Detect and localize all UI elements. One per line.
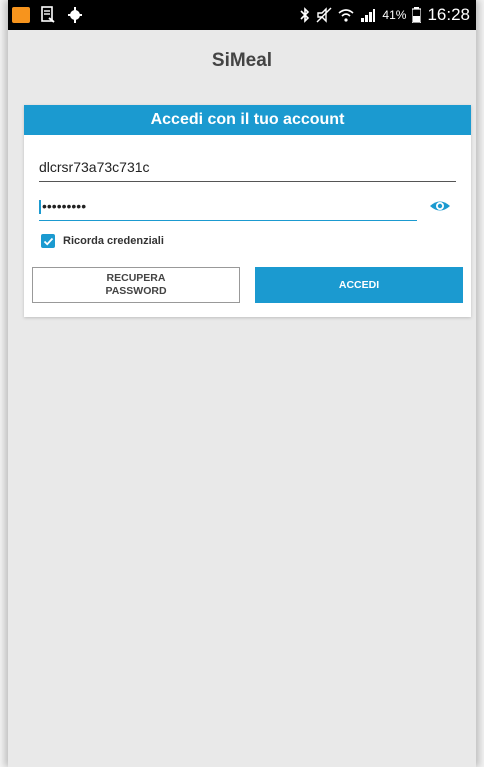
recover-password-label: RECUPERA PASSWORD (105, 272, 166, 298)
remember-credentials-checkbox[interactable]: Ricorda credenziali (41, 234, 164, 248)
app-notification-icon (12, 7, 30, 23)
battery-icon (412, 7, 422, 23)
android-debug-icon (68, 7, 82, 23)
recover-label-line2: PASSWORD (105, 285, 167, 297)
bluetooth-icon (300, 7, 310, 23)
username-value: dlcrsr73a73c731c (39, 159, 150, 175)
wifi-icon (338, 9, 354, 22)
login-button[interactable]: ACCEDI (255, 267, 463, 303)
login-card: Accedi con il tuo account dlcrsr73a73c73… (24, 105, 471, 317)
device-screen: 41% 16:28 SiMeal Accedi con il tuo accou… (8, 0, 476, 767)
app-title: SiMeal (211, 50, 273, 71)
login-card-header: Accedi con il tuo account (24, 105, 471, 135)
password-value: ••••••••• (42, 198, 87, 214)
signal-icon (361, 9, 376, 22)
document-icon (41, 6, 55, 23)
login-button-label: ACCEDI (338, 278, 380, 291)
recover-label-line1: RECUPERA (106, 272, 166, 284)
checkbox-checked[interactable] (41, 234, 55, 248)
remember-credentials-label: Ricorda credenziali (63, 235, 164, 247)
text-cursor (39, 200, 41, 215)
check-icon (43, 237, 53, 245)
eye-icon[interactable] (429, 195, 451, 217)
mute-icon (316, 7, 332, 23)
recover-password-button[interactable]: RECUPERA PASSWORD (32, 267, 240, 303)
status-time: 16:28 (427, 5, 470, 24)
username-field[interactable]: dlcrsr73a73c731c (39, 159, 456, 182)
password-field[interactable]: ••••••••• (39, 198, 417, 221)
status-bar-right: 41% 16:28 (300, 5, 470, 25)
battery-percent: 41% (382, 8, 407, 22)
status-bar-left (12, 6, 84, 24)
status-bar: 41% 16:28 (8, 0, 476, 30)
